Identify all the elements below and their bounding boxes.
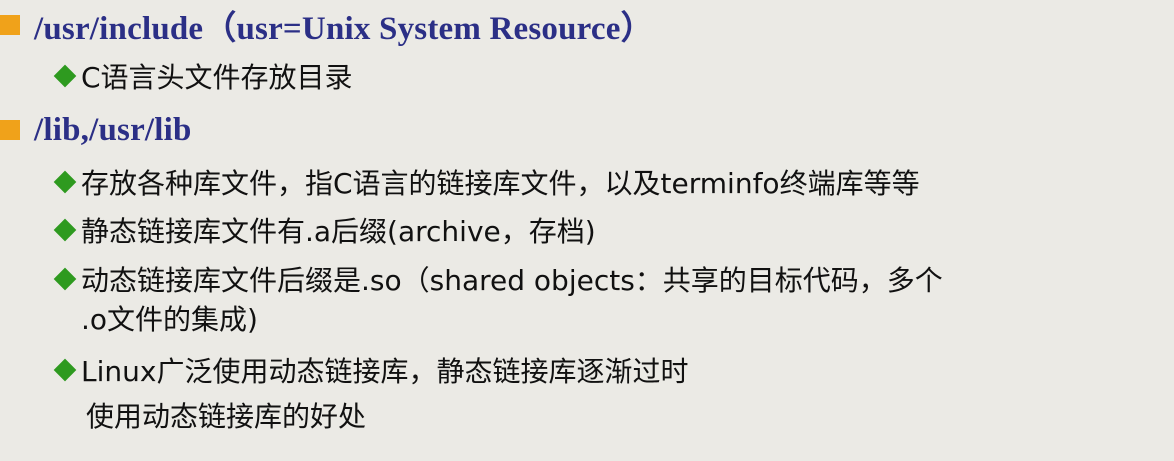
bullet-static: 静态链接库文件有.a后缀(archive，存档) [52,210,596,250]
bullet-libs: 存放各种库文件，指C语言的链接库文件，以及terminfo终端库等等 [52,162,920,202]
slide: /usr/include（usr=Unix System Resource） C… [0,0,1174,461]
heading-usr-include: /usr/include（usr=Unix System Resource） [0,3,654,47]
note-advantages: 使用动态链接库的好处 [86,400,367,433]
bullet-text: Linux广泛使用动态链接库，静态链接库逐渐过时 [81,355,689,388]
diamond-bullet-icon [53,267,77,291]
bullet-dynamic: 动态链接库文件后缀是.so（shared objects：共享的目标代码，多个 [52,259,943,299]
bullet-linux: Linux广泛使用动态链接库，静态链接库逐渐过时 [52,350,688,390]
bullet-dynamic-continuation: .o文件的集成) [81,303,258,336]
bullet-c-headers: C语言头文件存放目录 [52,56,353,96]
square-bullet-icon [0,120,20,140]
diamond-bullet-icon [53,170,77,194]
diamond-bullet-icon [53,64,77,88]
bullet-text: C语言头文件存放目录 [81,61,353,94]
diamond-bullet-icon [53,358,77,382]
heading-text: /lib,/usr/lib [34,111,192,148]
square-bullet-icon [0,15,20,35]
bullet-text: 存放各种库文件，指C语言的链接库文件，以及terminfo终端库等等 [81,167,920,200]
bullet-text: 静态链接库文件有.a后缀(archive，存档) [81,215,596,248]
bullet-text: 动态链接库文件后缀是.so（shared objects：共享的目标代码，多个 [81,264,943,297]
diamond-bullet-icon [53,218,77,242]
heading-text: /usr/include（usr=Unix System Resource） [34,11,654,47]
heading-lib: /lib,/usr/lib [0,108,192,152]
